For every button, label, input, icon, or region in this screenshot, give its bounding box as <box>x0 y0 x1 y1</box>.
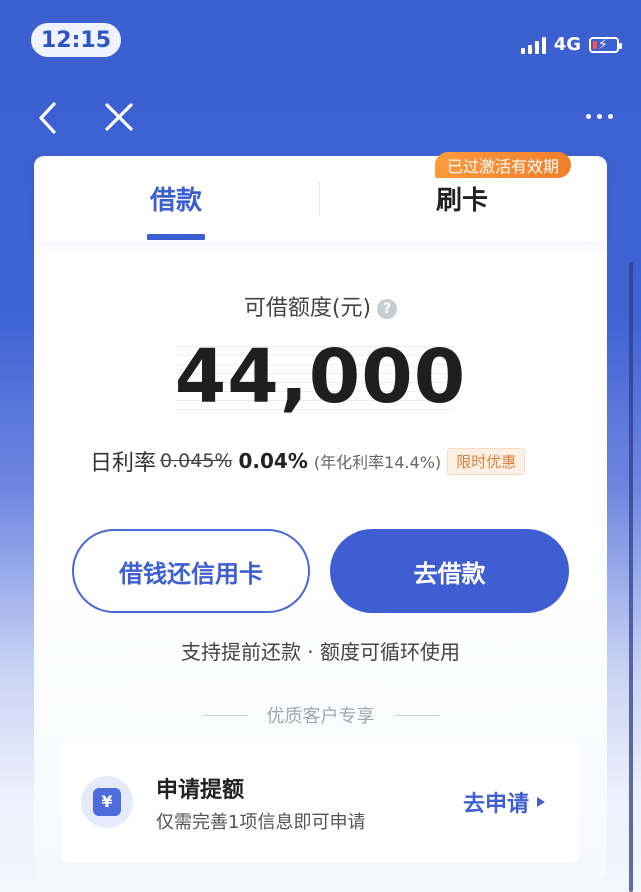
more-icon-dot <box>597 114 602 119</box>
rate-annual: (年化利率14.4%) <box>313 453 442 472</box>
question-icon[interactable]: ? <box>377 299 398 319</box>
close-icon <box>105 103 133 131</box>
scrollbar[interactable] <box>629 262 633 892</box>
limit-amount: 44,000 <box>174 334 467 420</box>
status-bar-right: 4G ⚡ <box>520 34 622 55</box>
more-icon-dot <box>586 114 591 119</box>
tab-card-swipe[interactable]: 刷卡 <box>436 180 488 217</box>
back-button[interactable] <box>36 100 60 136</box>
tab-loan[interactable]: 借款 <box>150 180 202 217</box>
battery-charging-icon: ⚡ <box>589 36 622 53</box>
apply-limit-increase-card[interactable]: ¥ 申请提额 仅需完善1项信息即可申请 去申请 <box>61 742 579 862</box>
tab-divider <box>319 182 320 216</box>
rate-row: 日利率 0.045% 0.04% (年化利率14.4%) 限时优惠 <box>90 445 526 477</box>
network-type: 4G <box>553 34 581 55</box>
limited-offer-badge: 限时优惠 <box>447 447 526 475</box>
section-header: 优质客户专享 <box>34 702 607 728</box>
rate-new: 0.04% <box>238 449 308 473</box>
active-tab-indicator <box>147 234 205 240</box>
apply-action-label: 去申请 <box>462 792 529 817</box>
signal-icon <box>520 36 546 54</box>
apply-title: 申请提额 <box>156 778 245 803</box>
loan-card: 借款 刷卡 已过激活有效期 可借额度(元)? 44,000 日利率 0.045%… <box>34 152 607 878</box>
triangle-right-icon <box>537 797 545 807</box>
apply-subtitle: 仅需完善1项信息即可申请 <box>156 812 366 833</box>
promo-badge: 已过激活有效期 <box>435 152 572 178</box>
chevron-left-icon <box>39 102 56 134</box>
limit-label: 可借额度(元)? <box>34 290 607 322</box>
yuan-icon-wrap: ¥ <box>81 776 133 828</box>
yuan-icon: ¥ <box>93 788 121 816</box>
section-title: 优质客户专享 <box>266 706 375 727</box>
divider-line <box>202 714 247 716</box>
repay-credit-card-button[interactable]: 借钱还信用卡 <box>72 529 310 613</box>
apply-action-button[interactable]: 去申请 <box>463 786 545 818</box>
rate-label: 日利率 <box>90 451 157 476</box>
close-button[interactable] <box>104 102 134 132</box>
more-icon-dot <box>608 114 613 119</box>
borrow-button[interactable]: 去借款 <box>330 529 569 613</box>
limit-label-text: 可借额度(元) <box>243 296 372 321</box>
status-time: 12:15 <box>31 23 121 57</box>
more-button[interactable] <box>586 114 613 119</box>
feature-note: 支持提前还款 · 额度可循环使用 <box>180 640 461 664</box>
divider-line <box>394 714 439 716</box>
rate-old: 0.045% <box>160 450 233 472</box>
